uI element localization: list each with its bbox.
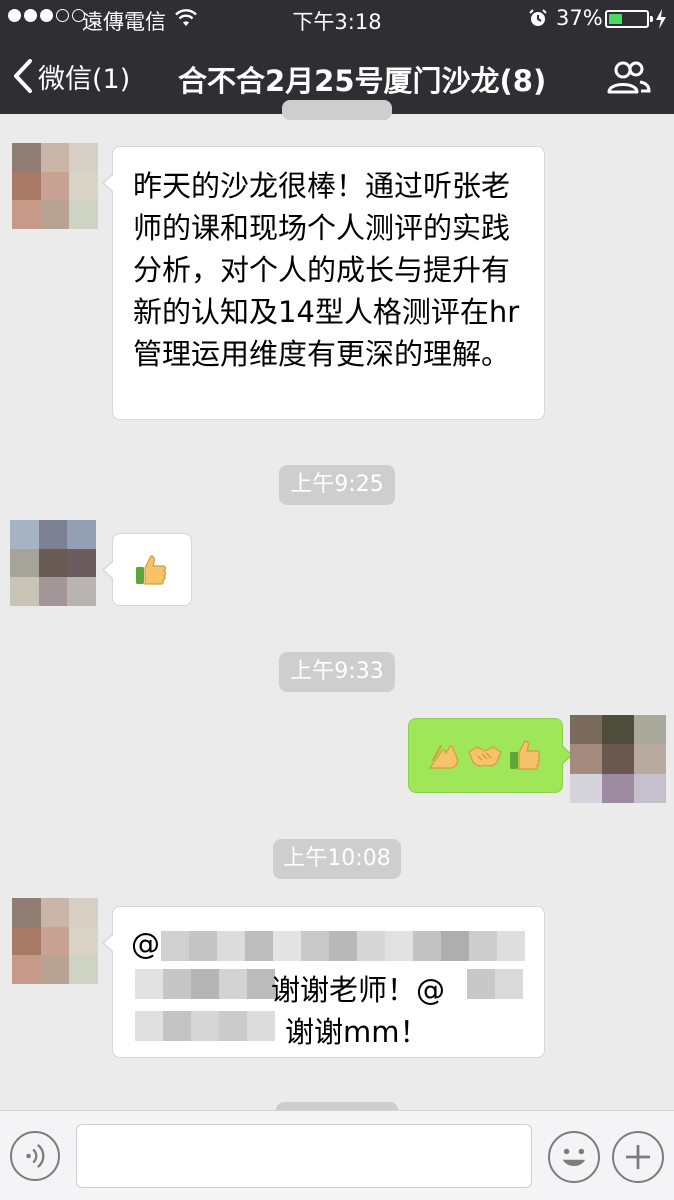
- battery-level-fill: [609, 14, 622, 24]
- timestamp: 上午9:25: [279, 465, 395, 505]
- redacted-text-mosaic: [135, 1011, 275, 1041]
- back-button[interactable]: 微信(1): [12, 54, 130, 98]
- back-label: 微信(1): [38, 63, 131, 95]
- input-bar: [0, 1110, 674, 1200]
- message-bubble[interactable]: 昨天的沙龙很棒！通过听张老师的课和现场个人测评的实践分析，对个人的成长与提升有新…: [102, 146, 545, 420]
- message-bubble[interactable]: [102, 533, 192, 606]
- timestamp: 上午10:08: [273, 839, 401, 879]
- message-text-line3: 谢谢mm！: [285, 1015, 429, 1049]
- message-text: 昨天的沙龙很棒！通过听张老师的课和现场个人测评的实践分析，对个人的成长与提升有新…: [133, 169, 520, 371]
- status-bar: 遠傳電信 下午3:18 37%: [0, 0, 674, 40]
- avatar[interactable]: [12, 143, 98, 229]
- thumbs-up-icon: [510, 740, 541, 770]
- charging-bolt-icon: [656, 9, 666, 29]
- top-bar: 遠傳電信 下午3:18 37% 微信(1) 合不合2月25号厦门沙龙(8): [0, 0, 674, 114]
- alarm-clock-icon: [529, 9, 547, 26]
- timestamp-pill-clipped: [282, 100, 392, 120]
- group-members-icon[interactable]: [606, 60, 652, 94]
- redacted-name-mosaic: [467, 969, 523, 999]
- emoji-smile-icon[interactable]: [548, 1131, 600, 1183]
- mention-at: @: [131, 927, 160, 961]
- handshake-icon: [468, 746, 502, 767]
- voice-input-icon[interactable]: [10, 1131, 60, 1181]
- back-chevron-icon: [14, 59, 32, 93]
- more-plus-icon[interactable]: [612, 1131, 664, 1183]
- chat-title: 合不合2月25号厦门沙龙(8): [178, 64, 547, 98]
- message-bubble[interactable]: @ 谢谢老师！@ 谢谢mm！: [102, 906, 545, 1058]
- pointing-hand-icon: [428, 745, 459, 769]
- message-text-line2: 谢谢老师！@: [271, 973, 446, 1007]
- redacted-name-mosaic: [161, 931, 525, 961]
- avatar[interactable]: [12, 898, 98, 984]
- timestamp: 上午9:33: [279, 652, 395, 692]
- thumbs-up-icon: [136, 555, 167, 585]
- my-message-bubble[interactable]: [408, 718, 573, 793]
- battery-percent: 37%: [556, 6, 603, 30]
- my-avatar[interactable]: [570, 715, 666, 803]
- avatar[interactable]: [10, 520, 96, 606]
- message-input[interactable]: [76, 1124, 532, 1188]
- redacted-text-mosaic: [135, 969, 275, 999]
- battery-icon: [605, 10, 653, 28]
